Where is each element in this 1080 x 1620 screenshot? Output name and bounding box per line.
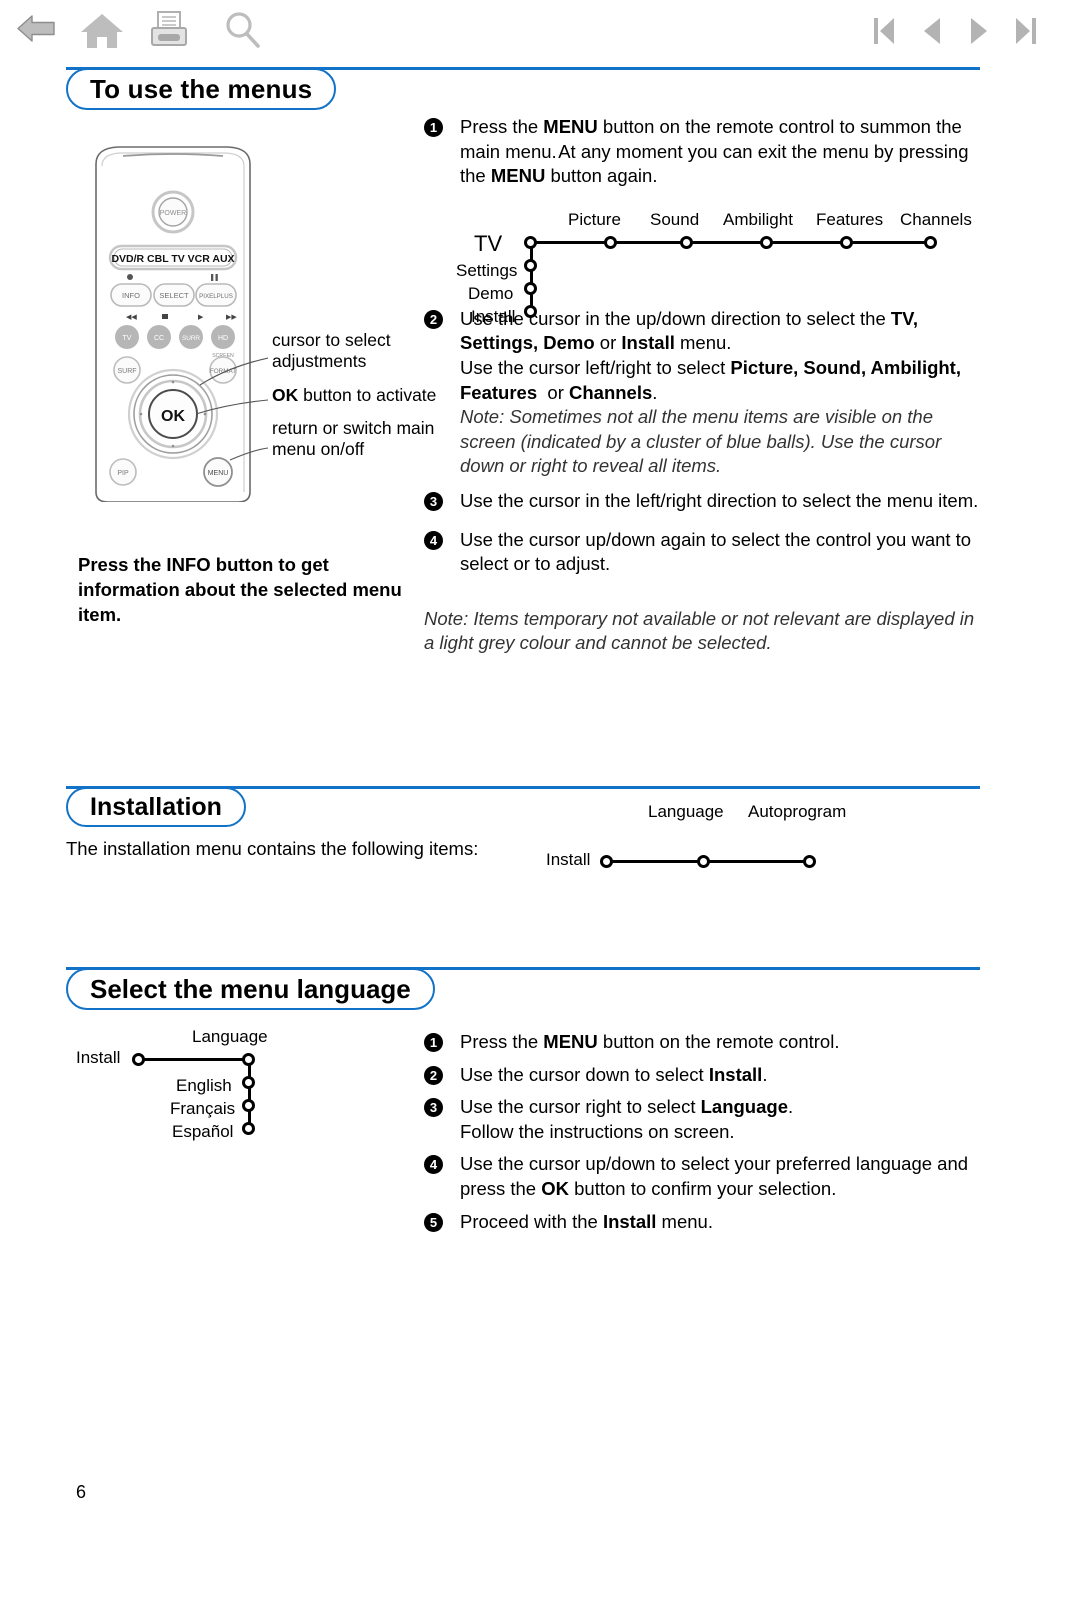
tree-lang-label-english: English [176, 1076, 232, 1095]
section-title-language: Select the menu language [66, 968, 435, 1010]
lang-step-3: 3 Use the cursor right to select Languag… [424, 1095, 984, 1144]
search-icon[interactable] [218, 8, 266, 54]
step-2-text: Use the cursor in the up/down direction … [460, 307, 961, 403]
svg-text:PIXELPLUS: PIXELPLUS [199, 293, 233, 300]
step-4: 4 Use the cursor up/down again to select… [424, 528, 984, 577]
step-2-note: Note: Sometimes not all the menu items a… [460, 406, 942, 477]
svg-text:HD: HD [218, 335, 228, 342]
svg-text:SURR: SURR [182, 335, 200, 342]
tree-lang-branch-label: Language [192, 1027, 268, 1046]
svg-text:CC: CC [154, 335, 164, 342]
tree-install-node-autoprogram[interactable] [803, 855, 816, 868]
tree-install-node-root[interactable] [600, 855, 613, 868]
language-steps: 1 Press the MENU button on the remote co… [424, 1030, 984, 1238]
step-3-text: Use the cursor in the left/right directi… [460, 489, 979, 511]
lang-step-2: 2 Use the cursor down to select Install. [424, 1063, 984, 1088]
svg-text:SURF: SURF [117, 368, 136, 375]
callout-ok-label: button to activate [298, 384, 437, 405]
svg-text:◀◀: ◀◀ [126, 313, 137, 321]
svg-text:INFO: INFO [122, 291, 140, 300]
lang-step-1-text: Press the MENU button on the remote cont… [460, 1031, 840, 1052]
info-button-note: Press the INFO button to get information… [78, 552, 408, 627]
tree-lang-node-english[interactable] [242, 1076, 255, 1089]
callout-menu: return or switch main menu on/off [272, 418, 447, 461]
svg-text:▶▶: ▶▶ [226, 313, 237, 321]
callout-cursor-label: cursor to select adjustments [272, 330, 391, 372]
svg-text:PIP: PIP [117, 470, 129, 477]
tree-lang-node-language[interactable] [242, 1053, 255, 1066]
step-4-text: Use the cursor up/down again to select t… [460, 528, 972, 575]
menus-steps: 1 Press the MENU button on the remote co… [424, 115, 984, 656]
lang-step-5-text: Proceed with the Install menu. [460, 1210, 713, 1232]
svg-text:POWER: POWER [160, 210, 186, 217]
menus-closing-note: Note: Items temporary not available or n… [424, 607, 975, 654]
tree-lang-node-francais[interactable] [242, 1099, 255, 1112]
previous-page-icon[interactable] [908, 8, 956, 54]
step-2: 2 Use the cursor in the up/down directio… [424, 307, 984, 479]
svg-text:MENU: MENU [208, 470, 229, 477]
lang-step-2-number: 2 [424, 1065, 443, 1085]
tree-lang-node-espanol[interactable] [242, 1122, 255, 1135]
tree-install-root-label: Install [546, 850, 591, 869]
lang-step-1-number: 1 [424, 1033, 443, 1052]
step-4-number: 4 [424, 530, 443, 550]
tree-install-label-language: Language [648, 802, 724, 821]
lang-step-4-number: 4 [424, 1155, 443, 1175]
step-3: 3 Use the cursor in the left/right direc… [424, 489, 984, 514]
section-title-installation-label: Installation [90, 792, 222, 821]
section-title-installation: Installation [66, 787, 246, 827]
back-icon[interactable] [14, 8, 62, 54]
tree-lang-hline [138, 1058, 251, 1061]
menu-tree-language: Install Language English Français Españo… [76, 1018, 346, 1141]
step-1-number: 1 [424, 118, 443, 137]
tree-lang-label-espanol: Español [172, 1122, 234, 1141]
lang-step-2-text: Use the cursor down to select Install. [460, 1063, 768, 1085]
home-icon[interactable] [78, 8, 126, 54]
tree-install-label-autoprogram: Autoprogram [748, 802, 847, 821]
tree-lang-vline [248, 1058, 251, 1130]
first-page-icon[interactable] [860, 8, 908, 54]
lang-step-4: 4 Use the cursor up/down to select your … [424, 1152, 984, 1201]
svg-text:DVD/R CBL TV VCR AUX: DVD/R CBL TV VCR AUX [111, 253, 234, 265]
lang-step-4-text: Use the cursor up/down to select your pr… [460, 1153, 969, 1199]
step-2-number: 2 [424, 309, 443, 329]
callout-ok-bold: OK [272, 384, 299, 405]
lang-step-3-number: 3 [424, 1098, 443, 1118]
print-icon[interactable] [145, 8, 193, 54]
tree-install-node-language[interactable] [697, 855, 710, 868]
callout-menu-label: return or switch main menu on/off [272, 418, 435, 460]
remote-control-illustration: POWER DVD/R CBL TV VCR AUX INFO SELECT P… [78, 142, 269, 503]
step-1: 1 Press the MENU button on the remote co… [424, 115, 984, 189]
svg-text:▶: ▶ [198, 313, 204, 321]
step-1-text: Press the MENU button on the remote cont… [460, 116, 969, 187]
info-button-note-label: Press the INFO button to get information… [78, 554, 402, 626]
section-title-menus-label: To use the menus [90, 73, 313, 104]
section-title-language-label: Select the menu language [90, 973, 411, 1004]
tree-lang-node-install[interactable] [132, 1053, 145, 1066]
menu-tree-install: Install Language Autoprogram [540, 800, 846, 870]
tree-lang-root-label: Install [76, 1048, 121, 1067]
step-3-number: 3 [424, 491, 443, 511]
tree-lang-label-francais: Français [170, 1099, 236, 1118]
svg-text:TV: TV [123, 335, 132, 342]
lang-step-5-number: 5 [424, 1212, 443, 1232]
page-number: 6 [76, 1482, 87, 1502]
callout-cursor: cursor to select adjustments [272, 330, 447, 373]
svg-text:OK: OK [161, 408, 185, 425]
lang-step-5: 5 Proceed with the Install menu. [424, 1210, 984, 1235]
section-title-menus: To use the menus [66, 68, 337, 110]
installation-body: The installation menu contains the follo… [66, 838, 479, 859]
last-page-icon[interactable] [1002, 8, 1050, 54]
toolbar [0, 0, 1080, 62]
callout-ok: OK button to activate [272, 385, 447, 406]
remote-callouts: cursor to select adjustments OK button t… [272, 330, 447, 473]
lang-step-3-text: Use the cursor right to select Language.… [460, 1096, 794, 1142]
svg-text:SELECT: SELECT [159, 291, 189, 300]
next-page-icon[interactable] [955, 8, 1003, 54]
lang-step-1: 1 Press the MENU button on the remote co… [424, 1030, 984, 1055]
